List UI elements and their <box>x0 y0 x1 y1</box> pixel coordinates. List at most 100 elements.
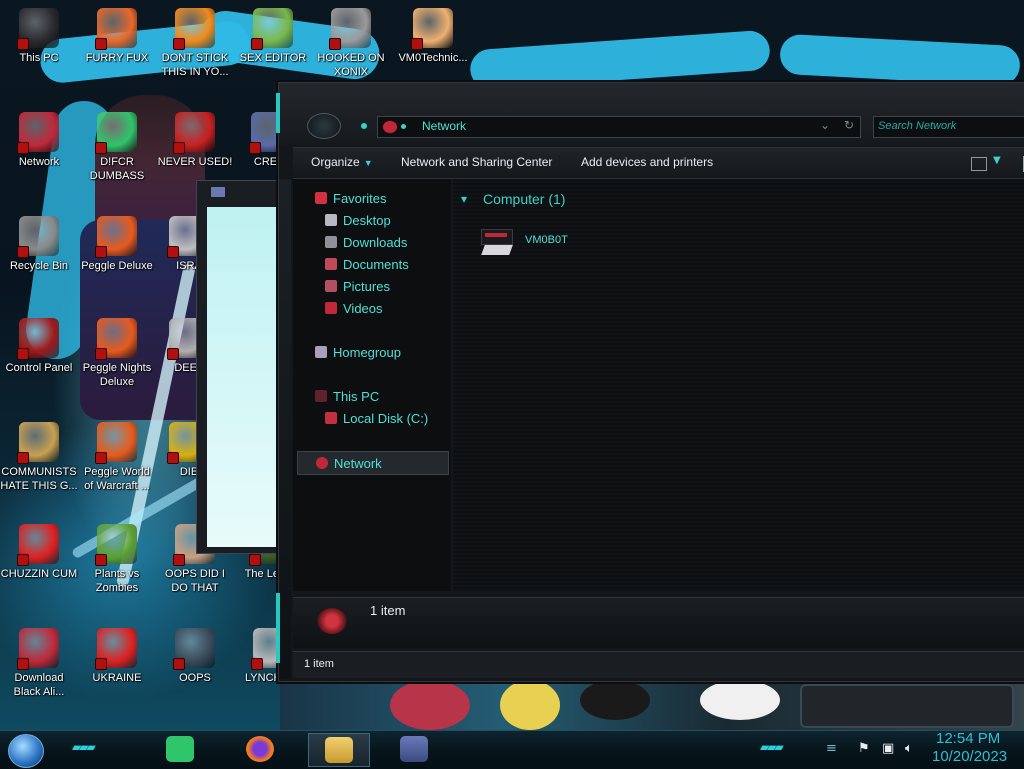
nav-downloads[interactable]: Downloads <box>293 231 451 253</box>
desktop-icon-item[interactable]: UKRAINE <box>78 628 156 685</box>
file-list[interactable]: ▾ Computer (1) VM0B0T <box>453 179 1024 591</box>
desktop-icon-label: Control Panel <box>5 362 73 374</box>
nav-label: Videos <box>343 301 383 316</box>
action-center-flag-icon[interactable]: ⚑ <box>858 741 870 756</box>
network-icon <box>317 608 347 634</box>
desktop-icon-item[interactable]: NEVER USED! <box>156 112 234 169</box>
downloads-icon <box>325 236 337 248</box>
technician-icon <box>411 8 453 50</box>
computer-name[interactable]: VM0B0T <box>525 234 568 246</box>
status-bar: 1 item <box>293 651 1024 678</box>
desktop-icon-item[interactable]: Peggle World of Warcraft ... <box>78 422 156 493</box>
money-bag-icon <box>17 422 59 464</box>
desktop-icon-item[interactable]: Network <box>0 112 78 169</box>
taskbar-app[interactable] <box>384 733 444 765</box>
taskbar-firefox[interactable] <box>230 733 290 765</box>
nav-label: Documents <box>343 257 409 272</box>
search-input[interactable]: Search Network <box>873 116 1024 138</box>
background-window[interactable] <box>196 180 282 554</box>
nav-label: Desktop <box>343 213 391 228</box>
volume-icon[interactable]: 🔈︎ <box>905 741 913 756</box>
back-button[interactable] <box>307 113 341 139</box>
chuzzle-icon <box>17 524 59 566</box>
navigation-pane: Favorites Desktop Downloads Documents Pi… <box>293 179 451 591</box>
hard-drive-icon <box>325 412 337 424</box>
nav-homegroup[interactable]: Homegroup <box>293 341 451 363</box>
nav-network[interactable]: Network <box>297 451 449 475</box>
search-placeholder: Search Network <box>878 120 957 132</box>
this-pc-icon <box>17 8 59 50</box>
desktop-icon-item[interactable]: D!FCR DUMBASS <box>78 112 156 183</box>
shortcut-overlay-icon <box>17 348 29 360</box>
show-hidden-icons-icon[interactable]: ≡ <box>826 741 837 756</box>
nav-favorites[interactable]: Favorites <box>293 187 451 209</box>
start-button[interactable] <box>8 734 44 768</box>
collapse-chevron-icon[interactable]: ▾ <box>461 192 475 206</box>
desktop-icon-item[interactable]: FURRY FUX <box>78 8 156 65</box>
forward-button[interactable] <box>361 123 367 129</box>
peggle-nights-icon <box>95 318 137 360</box>
desktop-icon-item[interactable]: Control Panel <box>0 318 78 375</box>
window-app-icon <box>400 736 428 762</box>
chevron-down-icon[interactable]: ⌄ <box>820 118 830 132</box>
nav-this-pc[interactable]: This PC <box>293 385 451 407</box>
pictures-icon <box>325 280 337 292</box>
nav-local-disk[interactable]: Local Disk (C:) <box>293 407 451 429</box>
desktop-icon-label: OOPS DID I DO THAT <box>165 568 225 594</box>
network-tray-icon[interactable]: ▣ <box>882 741 894 756</box>
nav-label: Downloads <box>343 235 408 250</box>
add-devices-button[interactable]: Add devices and printers <box>581 155 713 169</box>
firefox-icon <box>95 8 137 50</box>
taskbar-file-explorer[interactable] <box>308 733 370 767</box>
chevron-down-icon[interactable]: ▼ <box>993 155 1001 166</box>
window-titlebar[interactable]: Network ⌄ ↻ Search Network <box>279 83 1024 145</box>
desktop-icon-label: This PC <box>19 52 59 64</box>
clock-date[interactable]: 10/20/2023 <box>932 748 1007 765</box>
desktop-icon-item[interactable]: Plants vs Zombies <box>78 524 156 595</box>
oops-icon <box>173 628 215 670</box>
organize-button[interactable]: Organize ▼ <box>311 155 373 169</box>
desktop-icon-label: Download Black Ali... <box>13 672 65 698</box>
network-sharing-center-button[interactable]: Network and Sharing Center <box>401 155 552 169</box>
desktop-icon-item[interactable]: OOPS <box>156 628 234 685</box>
desktop-icon-item[interactable]: Recycle Bin <box>0 216 78 273</box>
explorer-window[interactable]: Network ⌄ ↻ Search Network Organize ▼ Net… <box>276 82 1024 682</box>
nav-pictures[interactable]: Pictures <box>293 275 451 297</box>
nav-documents[interactable]: Documents <box>293 253 451 275</box>
status-item-count: 1 item <box>304 658 334 670</box>
shortcut-overlay-icon <box>329 38 341 50</box>
shortcut-overlay-icon <box>95 554 107 566</box>
desktop-icon-label: COMMUNISTS HATE THIS G... <box>0 466 78 492</box>
refresh-icon[interactable]: ↻ <box>844 118 854 132</box>
desktop-icon-label: NEVER USED! <box>157 156 233 168</box>
address-text[interactable]: Network <box>422 119 466 133</box>
background-window-content <box>207 207 277 547</box>
shortcut-overlay-icon <box>173 142 185 154</box>
desktop-icon-item[interactable]: Peggle Deluxe <box>78 216 156 273</box>
shortcut-overlay-icon <box>95 452 107 464</box>
network-icon <box>17 112 59 154</box>
desktop-icon-item[interactable]: Download Black Ali... <box>0 628 78 699</box>
nav-desktop[interactable]: Desktop <box>293 209 451 231</box>
clock-time[interactable]: 12:54 PM <box>936 730 1000 747</box>
desktop-icon <box>325 214 337 226</box>
desktop-icon-item[interactable]: DONT STICK THIS IN YO... <box>156 8 234 79</box>
desktop-icon-label: FURRY FUX <box>85 52 149 64</box>
view-options-icon[interactable] <box>971 157 987 171</box>
desktop-icon-item[interactable]: This PC <box>0 8 78 65</box>
desktop-icon-item[interactable]: VM0Technic... <box>394 8 472 65</box>
desktop-icon-item[interactable]: CHUZZIN CUM <box>0 524 78 581</box>
computer-icon[interactable] <box>481 225 517 261</box>
shortcut-overlay-icon <box>95 142 107 154</box>
desktop-icon-label: Peggle World of Warcraft ... <box>84 466 150 492</box>
address-bar[interactable]: Network ⌄ ↻ <box>377 116 861 138</box>
nav-videos[interactable]: Videos <box>293 297 451 319</box>
desktop-icon-item[interactable]: COMMUNISTS HATE THIS G... <box>0 422 78 493</box>
devcpp-icon <box>173 112 215 154</box>
taskbar-discord[interactable] <box>150 733 210 765</box>
desktop-icon-label: UKRAINE <box>92 672 142 684</box>
desktop-icon-item[interactable]: SEX EDITOR <box>234 8 312 65</box>
desktop-icon-item[interactable]: Peggle Nights Deluxe <box>78 318 156 389</box>
group-header[interactable]: Computer (1) <box>483 191 565 207</box>
desktop-icon-item[interactable]: HOOKED ON XONIX <box>312 8 390 79</box>
